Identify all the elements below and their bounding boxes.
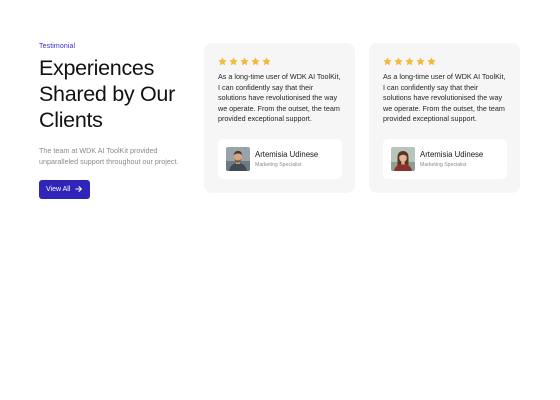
- heading-line: Experiences: [39, 56, 155, 80]
- star-icon: [416, 56, 425, 65]
- author-box: Artemisia Udinese Marketing Specialist: [383, 139, 507, 179]
- testimonial-intro: Testimonial Experiences Shared by Our Cl…: [39, 43, 199, 199]
- arrow-right-icon: [75, 185, 83, 195]
- section-description: The team at WDK AI ToolKit provided unpa…: [39, 146, 179, 166]
- star-rating: [383, 56, 507, 66]
- star-icon: [240, 56, 249, 65]
- star-icon: [229, 56, 238, 65]
- testimonial-card: As a long-time user of WDK AI ToolKit, I…: [369, 43, 520, 193]
- star-rating: [218, 56, 342, 66]
- star-icon: [218, 56, 227, 65]
- star-icon: [427, 56, 436, 65]
- star-icon: [383, 56, 392, 65]
- star-icon: [394, 56, 403, 65]
- author-info: Artemisia Udinese Marketing Specialist: [255, 150, 318, 168]
- male-avatar-icon: [226, 147, 250, 171]
- view-all-button[interactable]: View All: [39, 180, 91, 199]
- testimonial-quote: As a long-time user of WDK AI ToolKit, I…: [218, 72, 341, 123]
- section-heading: Experiences Shared by Our Clients: [39, 55, 199, 133]
- star-icon: [251, 56, 260, 65]
- author-name: Artemisia Udinese: [420, 150, 484, 159]
- section-eyebrow: Testimonial: [39, 43, 76, 50]
- author-box: Artemisia Udinese Marketing Specialist: [218, 139, 342, 179]
- author-info: Artemisia Udinese Marketing Specialist: [420, 150, 483, 168]
- view-all-label: View All: [46, 186, 71, 193]
- heading-line: Clients: [39, 108, 103, 132]
- author-name: Artemisia Udinese: [255, 150, 319, 159]
- star-icon: [405, 56, 414, 65]
- female-avatar-icon: [391, 147, 415, 171]
- heading-line: Shared by Our: [39, 82, 175, 106]
- star-icon: [262, 56, 271, 65]
- author-role: Marketing Specialist: [255, 162, 302, 168]
- testimonial-quote: As a long-time user of WDK AI ToolKit, I…: [383, 72, 506, 123]
- author-role: Marketing Specialist: [420, 162, 467, 168]
- testimonial-card: As a long-time user of WDK AI ToolKit, I…: [204, 43, 355, 193]
